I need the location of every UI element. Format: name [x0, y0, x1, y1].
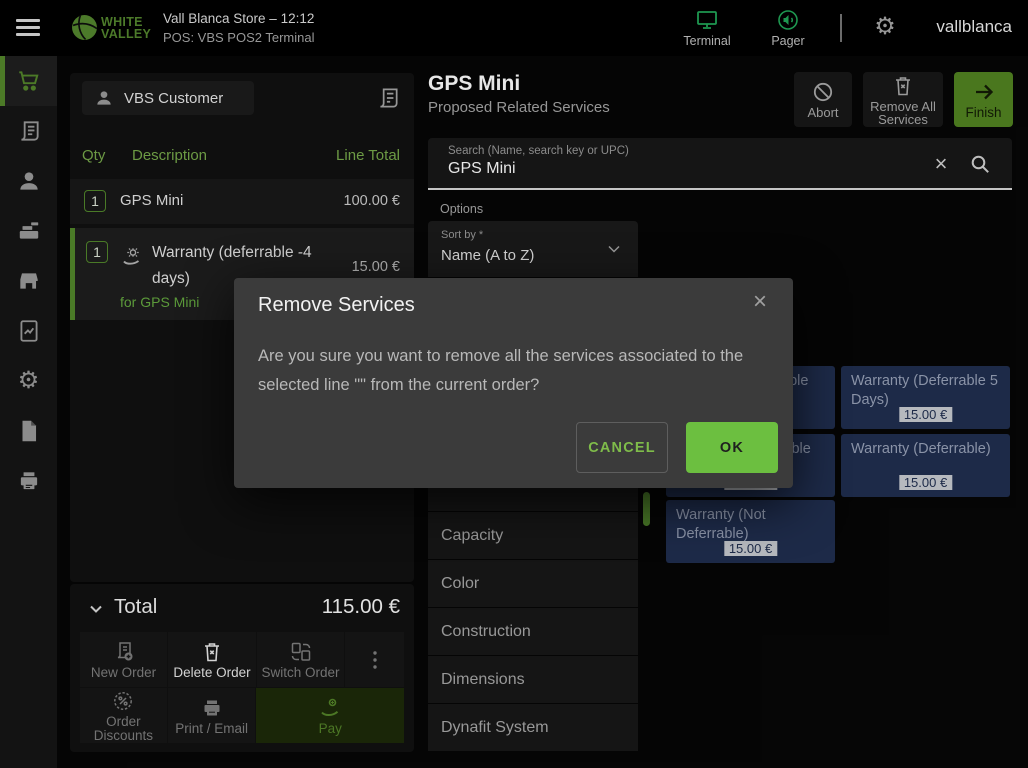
remove-services-dialog: Remove Services × Are you sure you want …	[234, 278, 793, 488]
dialog-message: Are you sure you want to remove all the …	[258, 342, 774, 400]
cancel-button[interactable]: CANCEL	[576, 422, 668, 473]
dialog-title: Remove Services	[258, 294, 415, 317]
close-icon[interactable]: ×	[747, 289, 773, 315]
ok-button[interactable]: OK	[686, 422, 778, 473]
